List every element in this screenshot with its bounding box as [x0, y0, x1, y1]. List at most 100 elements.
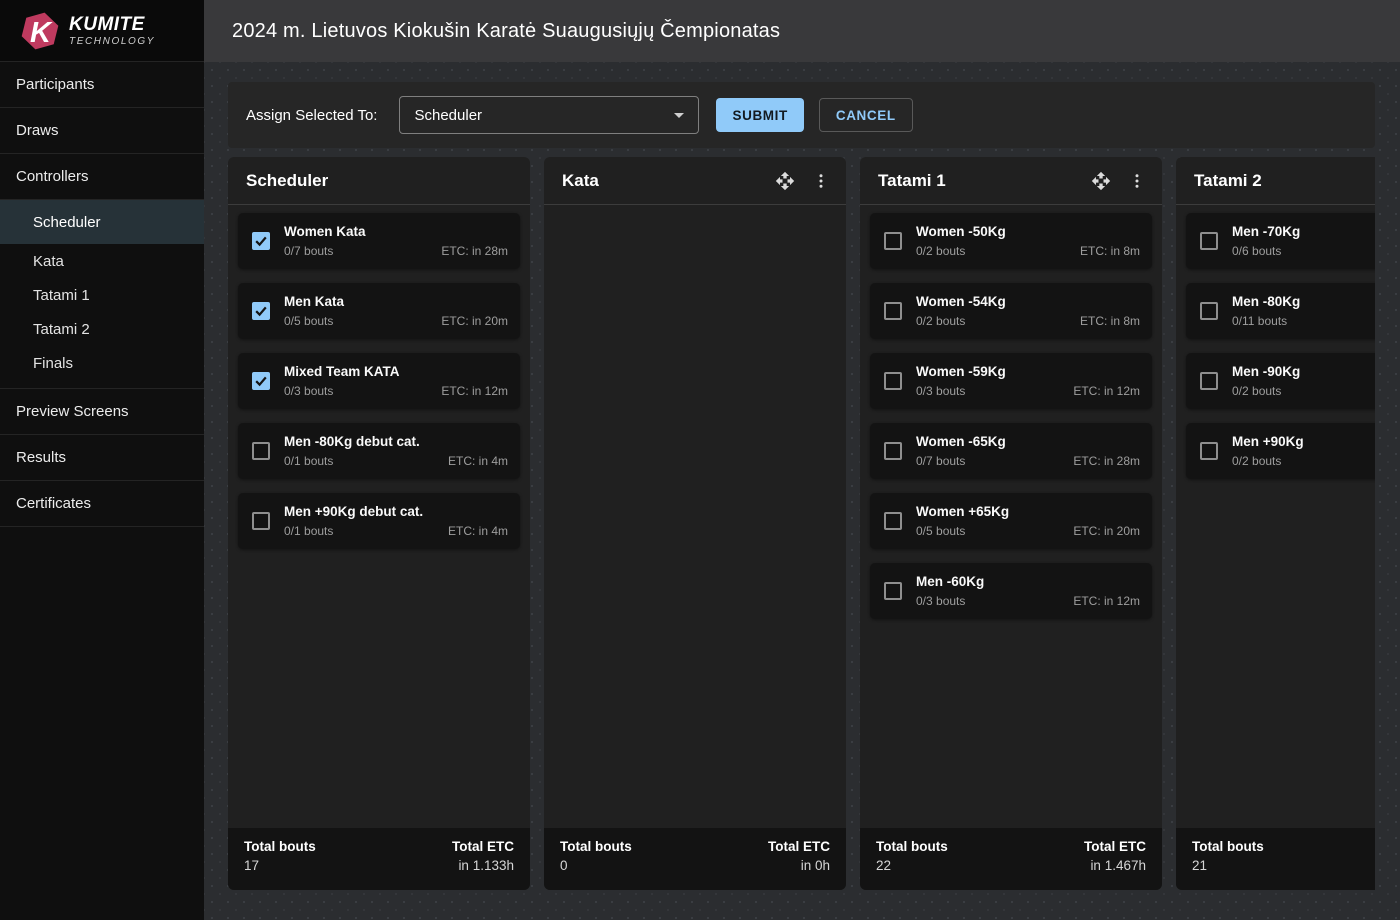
check-icon: [254, 304, 268, 318]
category-card-women-59kg[interactable]: Women -59Kg 0/3 bouts ETC: in 12m: [870, 353, 1152, 409]
card-bouts: 0/2 bouts: [916, 314, 965, 328]
card-checkbox[interactable]: [1200, 232, 1218, 250]
total-bouts-value: 17: [244, 858, 316, 873]
card-bouts: 0/2 bouts: [916, 244, 965, 258]
column-body: [544, 205, 846, 828]
total-etc-label: Total ETC: [768, 839, 830, 854]
card-checkbox[interactable]: [252, 442, 270, 460]
sidebar-item-participants[interactable]: Participants: [0, 62, 204, 108]
sidebar-item-tatami-1[interactable]: Tatami 1: [0, 278, 204, 312]
card-checkbox[interactable]: [884, 582, 902, 600]
card-checkbox[interactable]: [884, 302, 902, 320]
sidebar-item-tatami-2[interactable]: Tatami 2: [0, 312, 204, 346]
total-etc-label: Total ETC: [452, 839, 514, 854]
column-footer: Total bouts 22 Total ETC in 1.467h: [860, 828, 1162, 890]
column-header: Kata: [544, 157, 846, 205]
move-column-icon[interactable]: [1090, 170, 1112, 192]
card-title: Men Kata: [284, 294, 508, 309]
move-column-icon[interactable]: [774, 170, 796, 192]
card-title: Women -65Kg: [916, 434, 1140, 449]
cancel-button[interactable]: CANCEL: [819, 98, 913, 132]
sidebar-subnav: SchedulerKataTatami 1Tatami 2Finals: [0, 200, 204, 389]
brand-logo: K KUMITE TECHNOLOGY: [0, 0, 204, 62]
category-card-men-60kg[interactable]: Men -60Kg 0/3 bouts ETC: in 12m: [870, 563, 1152, 619]
card-bouts: 0/11 bouts: [1232, 314, 1287, 328]
page-title: 2024 m. Lietuvos Kiokušin Karatė Suaugus…: [232, 20, 780, 43]
sidebar-item-preview-screens[interactable]: Preview Screens: [0, 389, 204, 435]
card-title: Women Kata: [284, 224, 508, 239]
sidebar-item-scheduler[interactable]: Scheduler: [0, 200, 204, 244]
card-etc: ETC: in 20m: [441, 314, 508, 328]
scheduler-board: Scheduler Women Kata 0/7 bouts ETC: in 2…: [228, 157, 1375, 890]
column-menu-kebab-icon[interactable]: [1126, 170, 1148, 192]
card-etc: ETC: in 8m: [1080, 314, 1140, 328]
category-card-men-70kg[interactable]: Men -70Kg 0/6 bouts: [1186, 213, 1375, 269]
total-etc-value: in 1.467h: [1084, 858, 1146, 873]
category-card-women-54kg[interactable]: Women -54Kg 0/2 bouts ETC: in 8m: [870, 283, 1152, 339]
card-checkbox[interactable]: [884, 512, 902, 530]
column-menu-kebab-icon[interactable]: [810, 170, 832, 192]
sidebar-item-finals[interactable]: Finals: [0, 346, 204, 380]
check-icon: [254, 234, 268, 248]
category-card-women-50kg[interactable]: Women -50Kg 0/2 bouts ETC: in 8m: [870, 213, 1152, 269]
card-checkbox[interactable]: [884, 232, 902, 250]
column-body: Women -50Kg 0/2 bouts ETC: in 8m Women -…: [860, 205, 1162, 828]
card-checkbox[interactable]: [1200, 442, 1218, 460]
assign-label: Assign Selected To:: [246, 107, 377, 124]
card-title: Women -50Kg: [916, 224, 1140, 239]
card-bouts: 0/2 bouts: [1232, 454, 1281, 468]
column-body: Women Kata 0/7 bouts ETC: in 28m Men Kat…: [228, 205, 530, 828]
brand-name: KUMITE: [69, 15, 155, 34]
card-etc: ETC: in 12m: [441, 384, 508, 398]
card-checkbox[interactable]: [252, 512, 270, 530]
check-icon: [254, 374, 268, 388]
category-card-women-kata[interactable]: Women Kata 0/7 bouts ETC: in 28m: [238, 213, 520, 269]
card-title: Men -90Kg: [1232, 364, 1375, 379]
column-header: Tatami 1: [860, 157, 1162, 205]
submit-button[interactable]: SUBMIT: [716, 98, 803, 132]
category-card-men-80kg[interactable]: Men -80Kg 0/11 bouts: [1186, 283, 1375, 339]
category-card-men-90kg[interactable]: Men +90Kg 0/2 bouts: [1186, 423, 1375, 479]
card-checkbox[interactable]: [252, 302, 270, 320]
card-checkbox[interactable]: [252, 232, 270, 250]
assign-bar: Assign Selected To: Scheduler SUBMIT CAN…: [228, 82, 1375, 148]
total-etc-value: in 0h: [768, 858, 830, 873]
sidebar-item-results[interactable]: Results: [0, 435, 204, 481]
card-bouts: 0/1 bouts: [284, 454, 333, 468]
card-checkbox[interactable]: [1200, 372, 1218, 390]
column-header: Tatami 2: [1176, 157, 1375, 205]
category-card-men-80kg-debut-cat[interactable]: Men -80Kg debut cat. 0/1 bouts ETC: in 4…: [238, 423, 520, 479]
category-card-men-90kg-debut-cat[interactable]: Men +90Kg debut cat. 0/1 bouts ETC: in 4…: [238, 493, 520, 549]
card-etc: ETC: in 4m: [448, 454, 508, 468]
card-checkbox[interactable]: [252, 372, 270, 390]
card-title: Men -80Kg debut cat.: [284, 434, 508, 449]
category-card-women-65kg[interactable]: Women +65Kg 0/5 bouts ETC: in 20m: [870, 493, 1152, 549]
assign-target-selected-value: Scheduler: [414, 107, 482, 124]
sidebar-item-kata[interactable]: Kata: [0, 244, 204, 278]
column-title: Kata: [562, 171, 774, 191]
card-title: Men +90Kg: [1232, 434, 1375, 449]
card-bouts: 0/3 bouts: [916, 384, 965, 398]
category-card-men-90kg[interactable]: Men -90Kg 0/2 bouts: [1186, 353, 1375, 409]
card-checkbox[interactable]: [884, 372, 902, 390]
column-footer: Total bouts 17 Total ETC in 1.133h: [228, 828, 530, 890]
card-checkbox[interactable]: [884, 442, 902, 460]
category-card-men-kata[interactable]: Men Kata 0/5 bouts ETC: in 20m: [238, 283, 520, 339]
total-bouts-label: Total bouts: [876, 839, 948, 854]
sidebar-item-controllers[interactable]: Controllers: [0, 154, 204, 200]
card-etc: ETC: in 28m: [1073, 454, 1140, 468]
sidebar-item-draws[interactable]: Draws: [0, 108, 204, 154]
assign-target-select[interactable]: Scheduler: [399, 96, 699, 134]
sidebar-item-certificates[interactable]: Certificates: [0, 481, 204, 527]
total-bouts-value: 0: [560, 858, 632, 873]
card-checkbox[interactable]: [1200, 302, 1218, 320]
card-title: Men -80Kg: [1232, 294, 1375, 309]
category-card-women-65kg[interactable]: Women -65Kg 0/7 bouts ETC: in 28m: [870, 423, 1152, 479]
card-bouts: 0/1 bouts: [284, 524, 333, 538]
category-card-mixed-team-kata[interactable]: Mixed Team KATA 0/3 bouts ETC: in 12m: [238, 353, 520, 409]
column-scheduler: Scheduler Women Kata 0/7 bouts ETC: in 2…: [228, 157, 530, 890]
total-bouts-label: Total bouts: [1192, 839, 1264, 854]
total-bouts-value: 22: [876, 858, 948, 873]
card-bouts: 0/5 bouts: [284, 314, 333, 328]
app-header: 2024 m. Lietuvos Kiokušin Karatė Suaugus…: [204, 0, 1400, 62]
